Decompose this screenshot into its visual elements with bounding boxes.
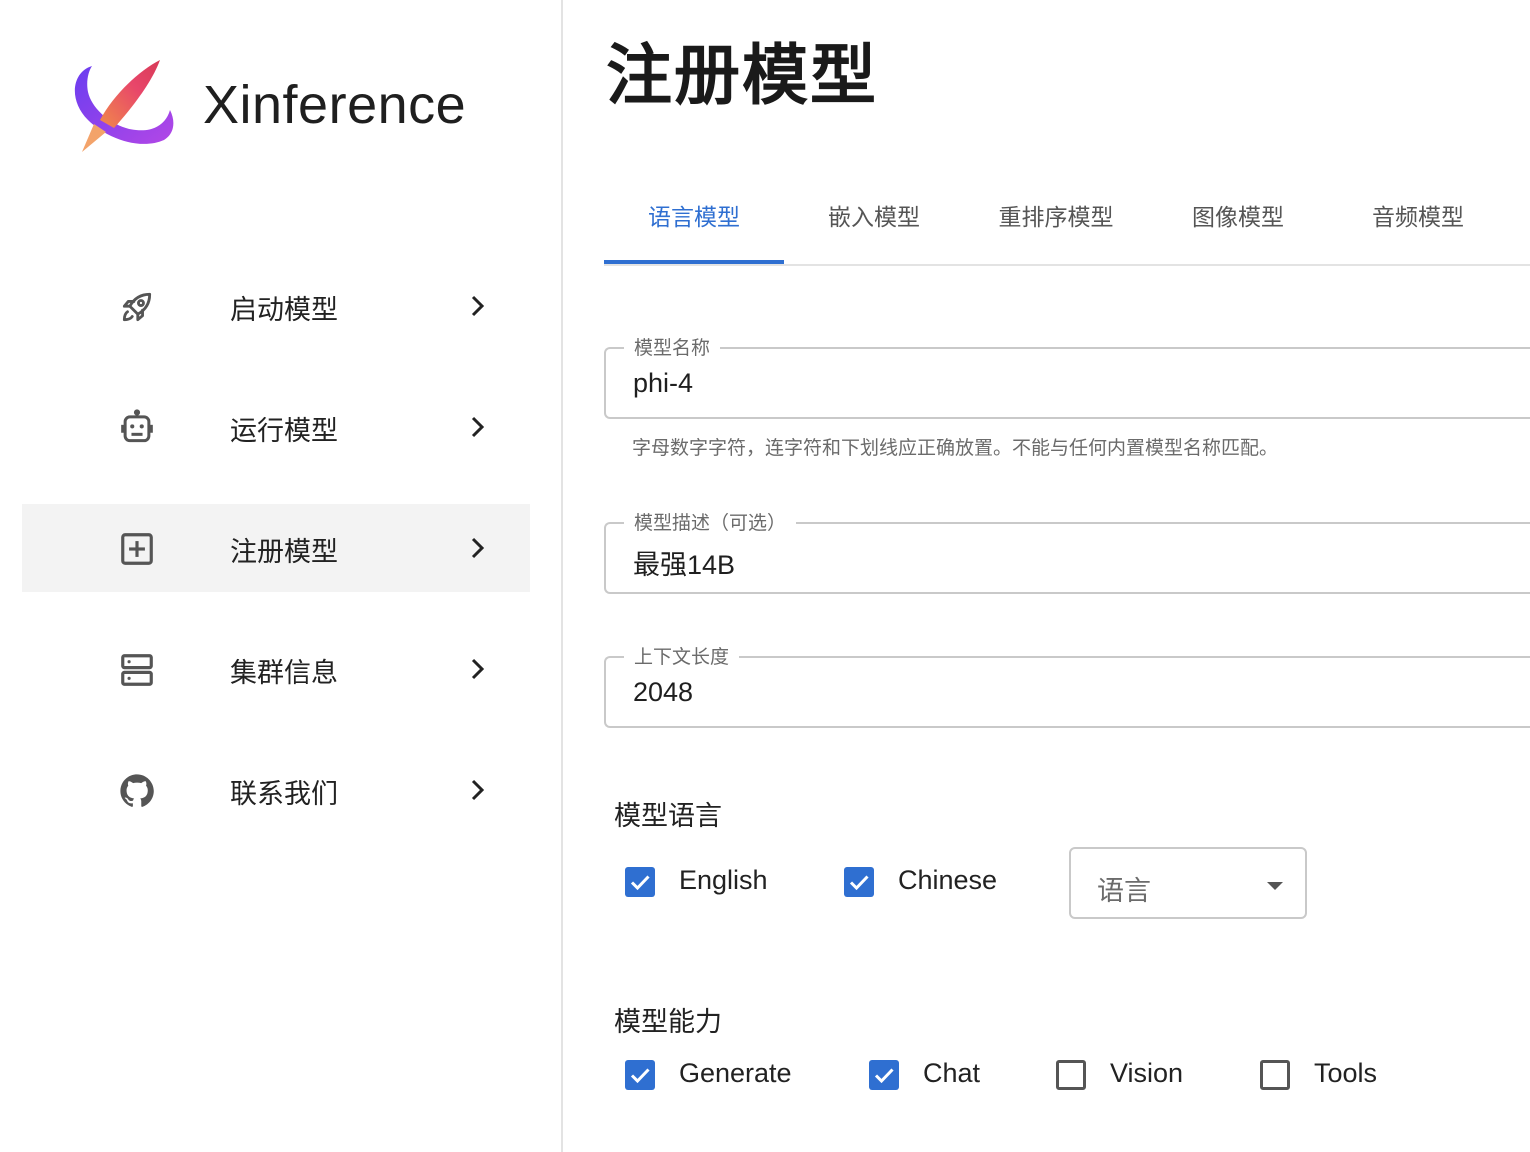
- brand-name: Xinference: [203, 75, 467, 135]
- sidebar-item-running-models[interactable]: 运行模型: [22, 383, 530, 471]
- sidebar-item-cluster-info[interactable]: 集群信息: [22, 625, 530, 713]
- tab-language-model[interactable]: 语言模型: [604, 176, 784, 264]
- chevron-right-icon: [471, 537, 485, 559]
- checkbox-unchecked-icon[interactable]: [1260, 1060, 1290, 1090]
- sidebar-item-label: 注册模型: [230, 537, 338, 567]
- github-icon: [120, 774, 154, 807]
- checkbox-checked-icon[interactable]: [869, 1060, 899, 1090]
- chevron-right-icon: [471, 295, 485, 317]
- sidebar: Xinference 启动模型 运行模型 注册模型 集群信息 联系我们: [0, 0, 563, 1152]
- sidebar-item-label: 启动模型: [230, 295, 338, 325]
- rocket-icon: [122, 292, 152, 322]
- checkbox-label: Generate: [679, 1058, 792, 1088]
- tab-active-indicator: [604, 260, 784, 264]
- model-type-tabs: 语言模型 嵌入模型 重排序模型 图像模型 音频模型: [604, 176, 1530, 266]
- chevron-right-icon: [471, 416, 485, 438]
- checkbox-checked-icon[interactable]: [625, 867, 655, 897]
- add-box-icon: [121, 533, 153, 565]
- tab-rerank-model[interactable]: 重排序模型: [966, 176, 1146, 264]
- checkbox-checked-icon[interactable]: [625, 1060, 655, 1090]
- sidebar-item-label: 运行模型: [230, 416, 338, 446]
- caret-down-icon: [1267, 882, 1283, 890]
- model-name-field[interactable]: 模型名称 phi-4: [604, 333, 1530, 419]
- language-select[interactable]: 语言: [1069, 847, 1307, 919]
- sidebar-item-label: 联系我们: [230, 779, 338, 809]
- sidebar-item-label: 集群信息: [230, 658, 338, 688]
- checkbox-label: English: [679, 865, 768, 895]
- main-content: 注册模型 语言模型 嵌入模型 重排序模型 图像模型 音频模型 模型名称 phi-…: [563, 0, 1530, 1152]
- checkbox-unchecked-icon[interactable]: [1056, 1060, 1086, 1090]
- xinference-logo: [74, 60, 174, 152]
- chevron-right-icon: [471, 779, 485, 801]
- language-select-placeholder: 语言: [1097, 876, 1151, 906]
- model-description-value[interactable]: 最强14B: [633, 543, 735, 582]
- checkbox-label: Chinese: [898, 865, 998, 895]
- context-length-value[interactable]: 2048: [633, 677, 693, 708]
- checkbox-label: Vision: [1110, 1058, 1184, 1088]
- context-length-label: 上下文长度: [624, 642, 740, 669]
- sidebar-item-register-model[interactable]: 注册模型: [22, 504, 530, 592]
- sidebar-item-contact-us[interactable]: 联系我们: [22, 746, 530, 834]
- checkbox-label: Chat: [923, 1058, 981, 1088]
- server-icon: [121, 654, 153, 686]
- model-description-field[interactable]: 模型描述（可选） 最强14B: [604, 508, 1530, 594]
- tab-embedding-model[interactable]: 嵌入模型: [784, 176, 964, 264]
- page-title: 注册模型: [606, 38, 878, 112]
- checkbox-checked-icon[interactable]: [844, 867, 874, 897]
- context-length-field[interactable]: 上下文长度 2048: [604, 642, 1530, 728]
- checkbox-label: Tools: [1314, 1058, 1378, 1088]
- model-name-label: 模型名称: [624, 333, 721, 360]
- model-language-title: 模型语言: [614, 801, 722, 831]
- tab-image-model[interactable]: 图像模型: [1148, 176, 1328, 264]
- sidebar-item-launch-model[interactable]: 启动模型: [22, 262, 530, 350]
- chevron-right-icon: [471, 658, 485, 680]
- model-ability-title: 模型能力: [614, 1007, 722, 1037]
- model-name-helper-text: 字母数字字符，连字符和下划线应正确放置。不能与任何内置模型名称匹配。: [632, 438, 1279, 459]
- tab-audio-model[interactable]: 音频模型: [1328, 176, 1508, 264]
- model-description-label: 模型描述（可选）: [624, 508, 797, 535]
- model-name-value[interactable]: phi-4: [633, 368, 693, 399]
- robot-icon: [121, 409, 153, 443]
